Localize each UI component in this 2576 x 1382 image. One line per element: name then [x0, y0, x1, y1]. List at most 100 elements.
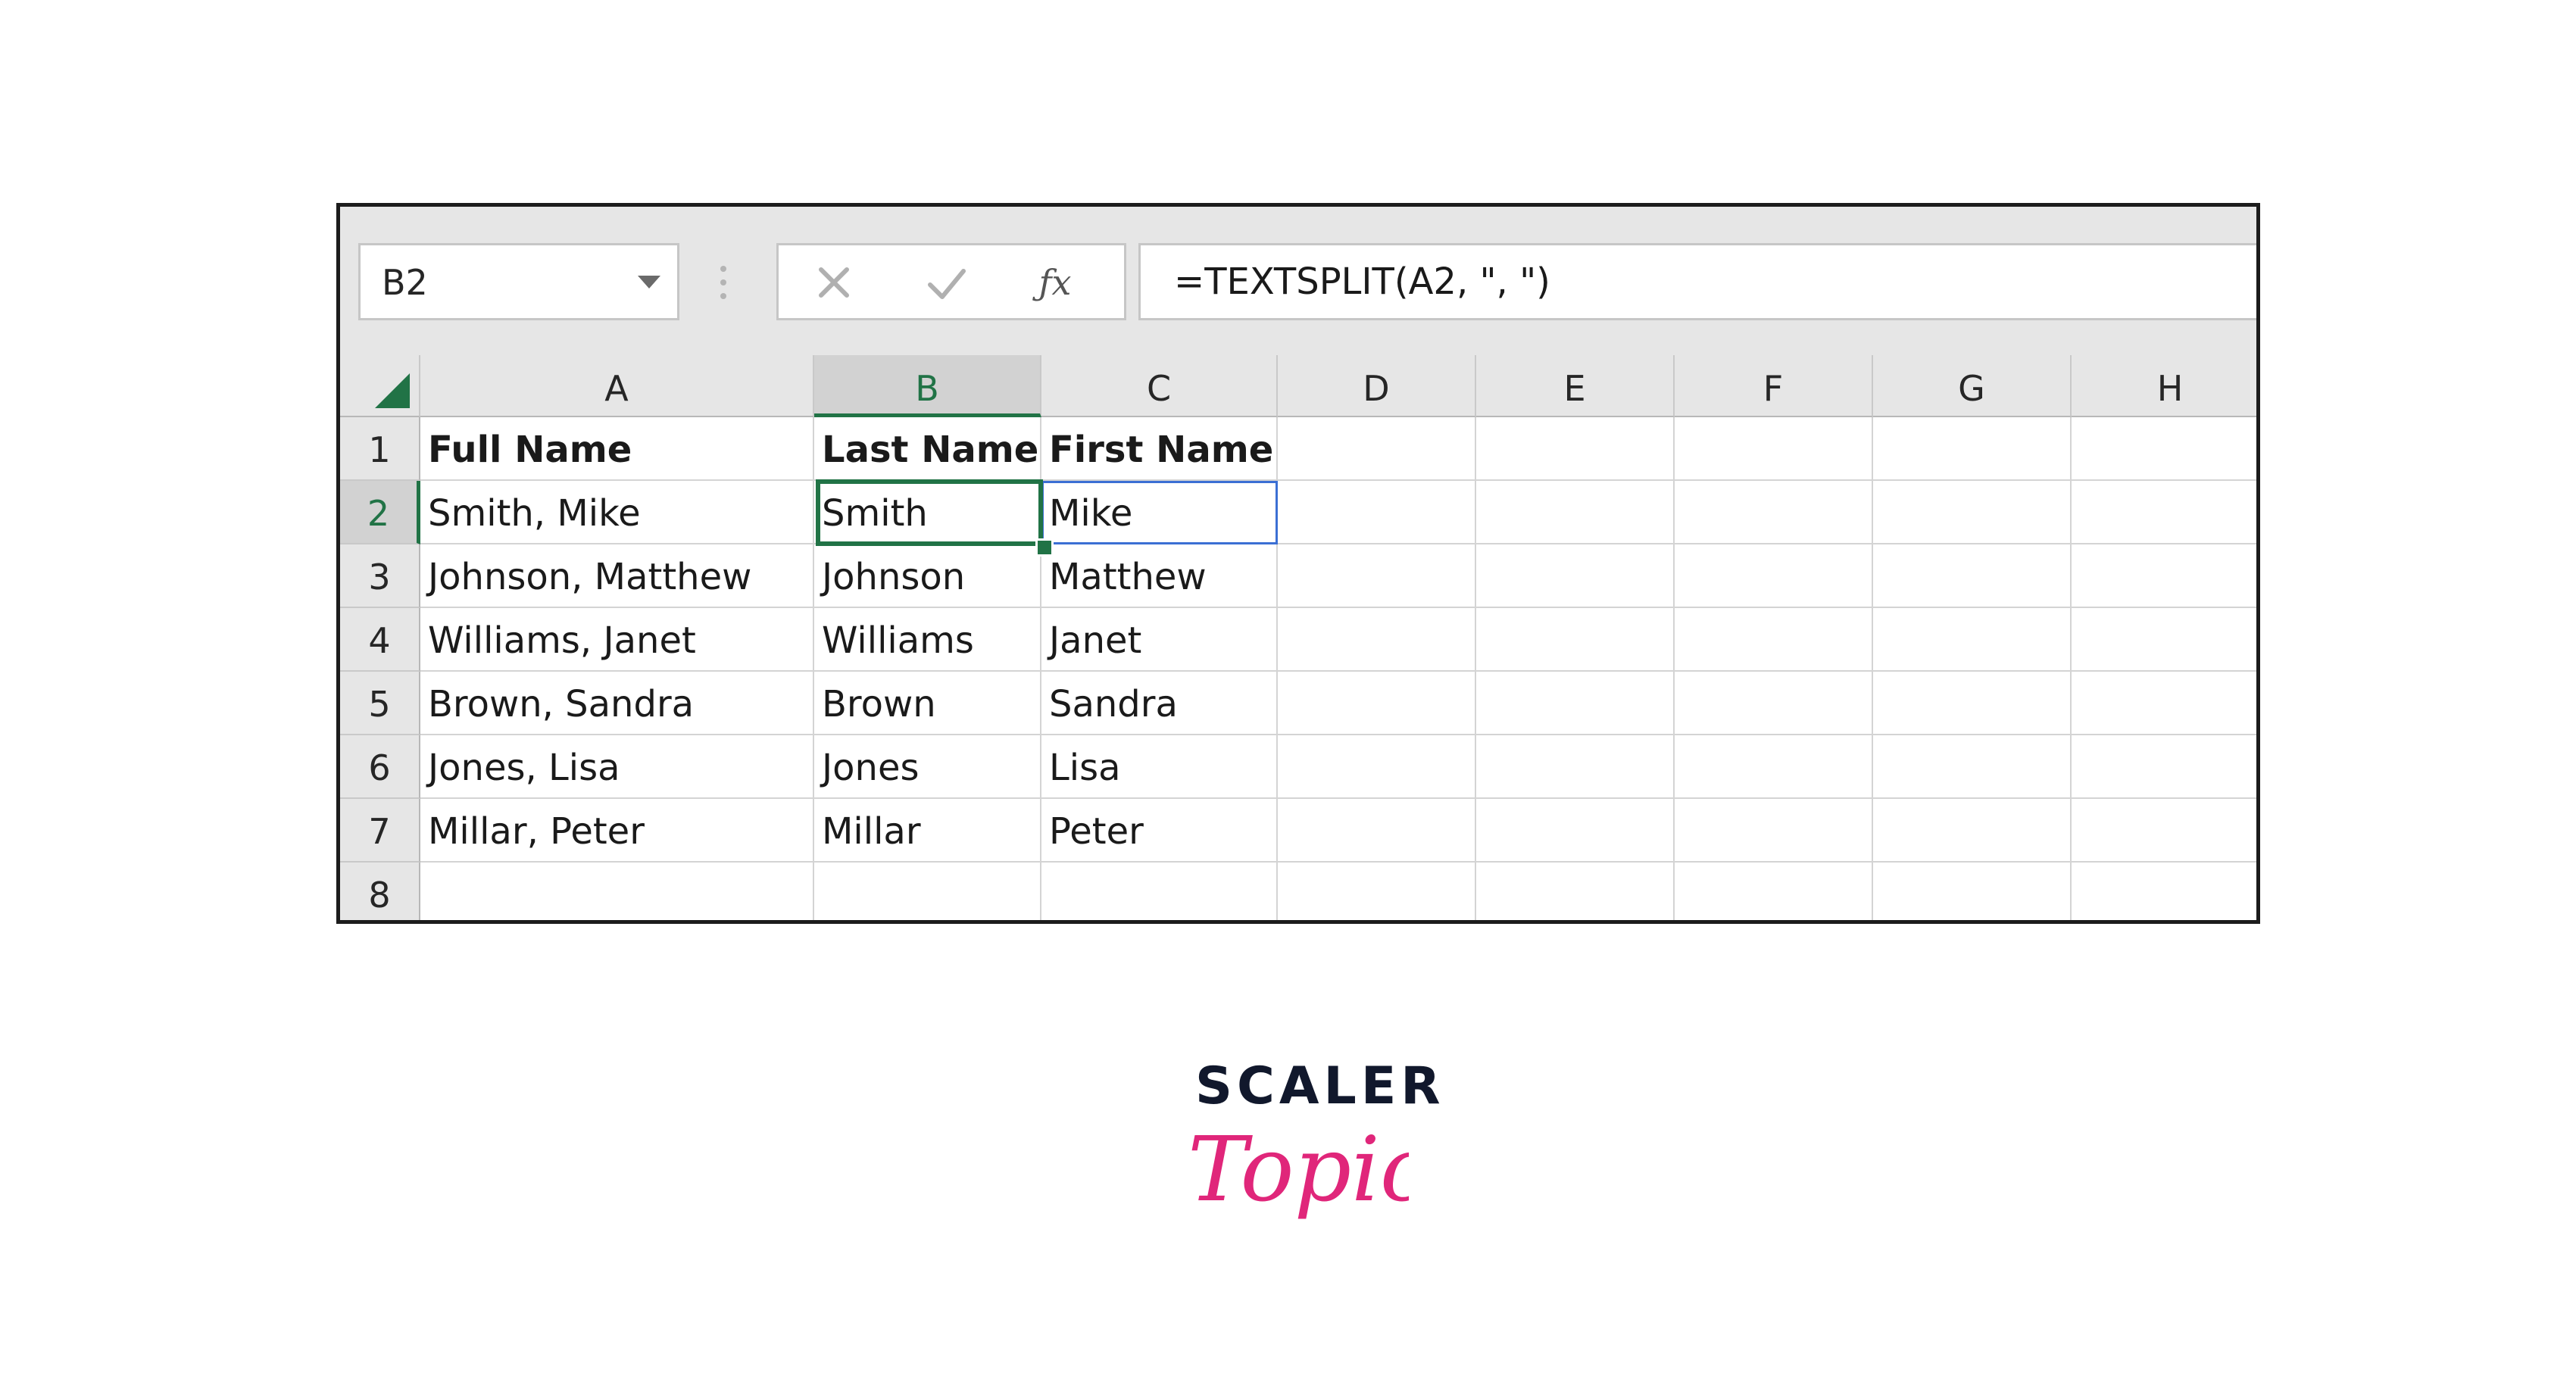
- grip-icon[interactable]: [720, 266, 726, 299]
- cell-g4[interactable]: [1873, 608, 2072, 672]
- cell-d1[interactable]: [1278, 417, 1476, 481]
- cell-a6[interactable]: Jones, Lisa: [420, 735, 814, 799]
- formula-controls: ƒx: [776, 243, 1126, 320]
- cell-b5[interactable]: Brown: [814, 672, 1041, 735]
- select-all-triangle-icon: [375, 373, 410, 408]
- cell-d8[interactable]: [1278, 863, 1476, 920]
- cell-f3[interactable]: [1675, 544, 1873, 608]
- logo-script-topics: Topics: [1188, 1117, 1409, 1221]
- cell-b6[interactable]: Jones: [814, 735, 1041, 799]
- cell-a8[interactable]: [420, 863, 814, 920]
- column-header-c[interactable]: C: [1041, 355, 1278, 417]
- excel-window: B2 ƒx =TEXTSPLIT(A2, ", ") A B C D E F G H 1 Full…: [336, 203, 2260, 924]
- x-icon[interactable]: [807, 256, 860, 309]
- row-header-5[interactable]: 5: [340, 672, 420, 735]
- scaler-topics-logo: SCALER Topics: [1182, 1056, 1441, 1253]
- row-header-8[interactable]: 8: [340, 863, 420, 920]
- cell-h4[interactable]: [2072, 608, 2256, 672]
- chevron-down-icon[interactable]: [638, 276, 660, 289]
- cell-f7[interactable]: [1675, 799, 1873, 863]
- cell-c3[interactable]: Matthew: [1041, 544, 1278, 608]
- cell-e1[interactable]: [1476, 417, 1675, 481]
- cell-e2[interactable]: [1476, 481, 1675, 544]
- cell-h2[interactable]: [2072, 481, 2256, 544]
- cell-b8[interactable]: [814, 863, 1041, 920]
- name-box-value: B2: [382, 262, 428, 303]
- cell-c7[interactable]: Peter: [1041, 799, 1278, 863]
- row-header-6[interactable]: 6: [340, 735, 420, 799]
- cell-f4[interactable]: [1675, 608, 1873, 672]
- column-header-d[interactable]: D: [1278, 355, 1476, 417]
- row-header-3[interactable]: 3: [340, 544, 420, 608]
- row-header-7[interactable]: 7: [340, 799, 420, 863]
- cell-e8[interactable]: [1476, 863, 1675, 920]
- cell-b3[interactable]: Johnson: [814, 544, 1041, 608]
- cell-d4[interactable]: [1278, 608, 1476, 672]
- cell-d2[interactable]: [1278, 481, 1476, 544]
- formula-text: =TEXTSPLIT(A2, ", "): [1174, 260, 1550, 303]
- cell-h1[interactable]: [2072, 417, 2256, 481]
- cell-a7[interactable]: Millar, Peter: [420, 799, 814, 863]
- column-header-a[interactable]: A: [420, 355, 814, 417]
- formula-bar: B2 ƒx =TEXTSPLIT(A2, ", "): [340, 207, 2256, 355]
- cell-c8[interactable]: [1041, 863, 1278, 920]
- cell-b7[interactable]: Millar: [814, 799, 1041, 863]
- row-header-2[interactable]: 2: [340, 481, 420, 544]
- cell-g8[interactable]: [1873, 863, 2072, 920]
- cell-b4[interactable]: Williams: [814, 608, 1041, 672]
- cell-c5[interactable]: Sandra: [1041, 672, 1278, 735]
- cell-f8[interactable]: [1675, 863, 1873, 920]
- cell-b1[interactable]: Last Name: [814, 417, 1041, 481]
- cell-c1[interactable]: First Name: [1041, 417, 1278, 481]
- cell-d7[interactable]: [1278, 799, 1476, 863]
- column-header-f[interactable]: F: [1675, 355, 1873, 417]
- cell-g5[interactable]: [1873, 672, 2072, 735]
- check-icon[interactable]: [920, 256, 973, 309]
- fill-handle[interactable]: [1035, 538, 1054, 557]
- cell-d5[interactable]: [1278, 672, 1476, 735]
- cell-b2[interactable]: Smith: [814, 481, 1041, 544]
- cell-c6[interactable]: Lisa: [1041, 735, 1278, 799]
- cell-d6[interactable]: [1278, 735, 1476, 799]
- row-header-4[interactable]: 4: [340, 608, 420, 672]
- cell-a3[interactable]: Johnson, Matthew: [420, 544, 814, 608]
- logo-wordmark: SCALER: [1195, 1056, 1445, 1116]
- column-header-e[interactable]: E: [1476, 355, 1675, 417]
- cell-h5[interactable]: [2072, 672, 2256, 735]
- cell-a1[interactable]: Full Name: [420, 417, 814, 481]
- cell-g1[interactable]: [1873, 417, 2072, 481]
- cell-f6[interactable]: [1675, 735, 1873, 799]
- cell-e6[interactable]: [1476, 735, 1675, 799]
- cell-e5[interactable]: [1476, 672, 1675, 735]
- cell-f5[interactable]: [1675, 672, 1873, 735]
- formula-input[interactable]: =TEXTSPLIT(A2, ", "): [1138, 243, 2256, 320]
- cell-e3[interactable]: [1476, 544, 1675, 608]
- cell-g7[interactable]: [1873, 799, 2072, 863]
- cell-f2[interactable]: [1675, 481, 1873, 544]
- column-header-g[interactable]: G: [1873, 355, 2072, 417]
- cell-e4[interactable]: [1476, 608, 1675, 672]
- column-header-h[interactable]: H: [2072, 355, 2256, 417]
- cell-h3[interactable]: [2072, 544, 2256, 608]
- cell-a2[interactable]: Smith, Mike: [420, 481, 814, 544]
- logo-script-text: Topics: [1188, 1117, 1409, 1221]
- cell-h6[interactable]: [2072, 735, 2256, 799]
- row-header-1[interactable]: 1: [340, 417, 420, 481]
- cell-f1[interactable]: [1675, 417, 1873, 481]
- column-header-b[interactable]: B: [814, 355, 1041, 417]
- cell-g6[interactable]: [1873, 735, 2072, 799]
- cell-h8[interactable]: [2072, 863, 2256, 920]
- cell-c2[interactable]: Mike: [1041, 481, 1278, 544]
- name-box[interactable]: B2: [358, 243, 679, 320]
- cell-d3[interactable]: [1278, 544, 1476, 608]
- cell-g2[interactable]: [1873, 481, 2072, 544]
- cell-c4[interactable]: Janet: [1041, 608, 1278, 672]
- worksheet-grid: A B C D E F G H 1 Full Name Last Name First Name 2 Sm…: [340, 355, 2256, 920]
- cell-g3[interactable]: [1873, 544, 2072, 608]
- select-all-button[interactable]: [340, 355, 420, 417]
- cell-a5[interactable]: Brown, Sandra: [420, 672, 814, 735]
- fx-icon[interactable]: ƒx: [1029, 256, 1082, 309]
- cell-e7[interactable]: [1476, 799, 1675, 863]
- cell-h7[interactable]: [2072, 799, 2256, 863]
- cell-a4[interactable]: Williams, Janet: [420, 608, 814, 672]
